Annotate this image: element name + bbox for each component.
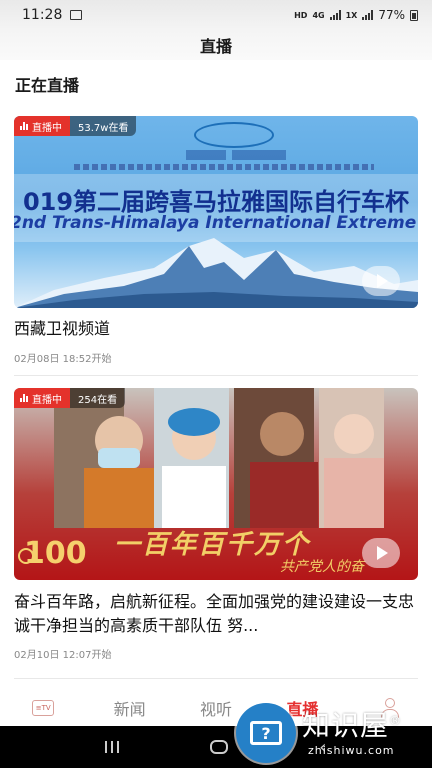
event-logo — [194, 122, 274, 148]
tab-home[interactable]: ≡TV — [0, 700, 86, 716]
live-bars-icon — [20, 394, 28, 402]
section-title: 正在直播 — [15, 76, 80, 95]
watermark-text: 知识屋® — [302, 709, 403, 742]
tab-news[interactable]: 新闻 — [86, 696, 172, 720]
status-time: 11:28 — [22, 7, 63, 23]
status-bar: 11:28 HD 4G 1X 77% — [0, 0, 432, 30]
divider — [14, 678, 418, 679]
portraits-image — [54, 388, 384, 528]
play-icon[interactable] — [362, 538, 400, 568]
divider — [14, 375, 418, 376]
play-icon[interactable] — [362, 266, 400, 296]
live-start-time: 02月10日 12:07开始 — [14, 650, 112, 661]
live-card[interactable]: 100 一百年百千万个 共产党人的奋 直播中 254在看 奋斗百年路，启航新征程… — [14, 388, 418, 661]
page-title: 直播 — [199, 37, 232, 56]
live-start-time: 02月08日 18:52开始 — [14, 354, 112, 365]
viewer-count: 53.7w在看 — [78, 122, 129, 134]
live-card[interactable]: 019第二届跨喜马拉雅国际自行车杯 2nd Trans-Himalaya Int… — [14, 116, 418, 365]
live-title[interactable]: 奋斗百年路，启航新征程。全面加强党的建设建设一支忠诚干净担当的高素质干部队伍 努… — [14, 590, 418, 638]
thumbnail-banner-cn: 019第二届跨喜马拉雅国际自行车杯 — [22, 188, 410, 216]
hd-indicator: HD — [294, 10, 308, 20]
signal-icon-2 — [362, 10, 374, 20]
network-type-2: 1X — [345, 10, 358, 20]
image-notification-icon — [70, 10, 83, 20]
tibetan-script-decoration — [74, 164, 374, 170]
network-type: 4G — [312, 10, 325, 20]
home-icon[interactable] — [210, 740, 229, 754]
live-status-badge: 直播中 53.7w在看 — [14, 116, 137, 136]
live-bars-icon — [20, 122, 28, 130]
battery-percent: 77% — [378, 8, 405, 22]
centenary-number: 100 — [24, 536, 87, 571]
event-logo-text — [186, 150, 286, 160]
signal-icon — [329, 10, 341, 20]
live-status-badge: 直播中 254在看 — [14, 388, 126, 408]
thumbnail-slogan-2: 共产党人的奋 — [280, 559, 364, 575]
live-title[interactable]: 西藏卫视频道 — [14, 316, 418, 342]
recent-apps-icon[interactable] — [105, 741, 120, 753]
battery-icon — [410, 9, 418, 21]
live-thumbnail[interactable]: 100 一百年百千万个 共产党人的奋 直播中 254在看 — [14, 388, 418, 580]
page-header: 直播 — [0, 30, 432, 60]
viewer-count: 254在看 — [78, 394, 118, 406]
tv-icon: ≡TV — [32, 700, 55, 716]
watermark-logo-icon: ? — [236, 703, 296, 763]
mountain-image — [14, 238, 418, 308]
watermark-url: zhishiwu.com — [308, 744, 395, 757]
live-thumbnail[interactable]: 019第二届跨喜马拉雅国际自行车杯 2nd Trans-Himalaya Int… — [14, 116, 418, 308]
